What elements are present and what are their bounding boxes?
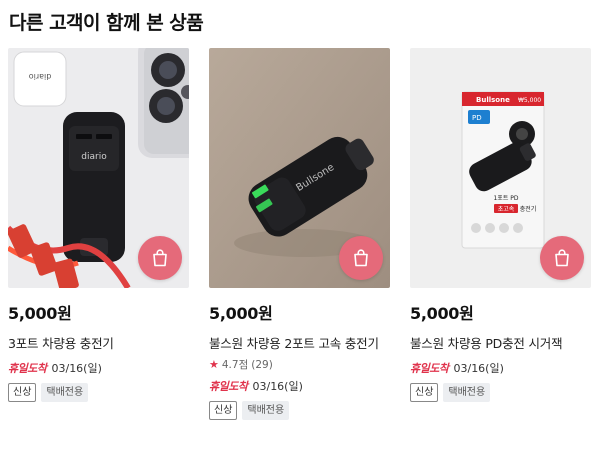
product-price: 5,000원: [209, 304, 273, 323]
package-price: ₩5,000: [518, 97, 541, 104]
holiday-delivery-tag: 휴일도착: [8, 362, 47, 375]
product-price: 5,000원: [8, 304, 72, 323]
package-badge: 초고속: [498, 205, 515, 213]
section-title: 다른 고객이 함께 본 상품: [9, 12, 204, 34]
product-card[interactable]: Bullsone ₩5,000 PD 1포트 PD 초고속 충전기 5,000원…: [410, 48, 591, 402]
star-icon: ★: [209, 358, 219, 371]
badge-list: 신상 택배전용: [209, 401, 390, 420]
parcel-only-badge: 택배전용: [242, 401, 290, 420]
shopping-bag-icon: [555, 249, 569, 267]
svg-text:diario: diario: [29, 72, 52, 81]
product-name[interactable]: 불스원 차량용 PD충전 시거잭: [410, 334, 591, 354]
add-to-cart-button[interactable]: [339, 236, 383, 280]
delivery-date: 03/16(일): [453, 362, 504, 375]
delivery-date: 03/16(일): [252, 380, 303, 393]
new-badge: 신상: [410, 383, 439, 402]
holiday-delivery-tag: 휴일도착: [209, 380, 248, 393]
product-image[interactable]: Bullsone ₩5,000 PD 1포트 PD 초고속 충전기: [410, 48, 591, 288]
product-card[interactable]: diario diario 5,000원 3포트 차량용 충전기 휴일도착 03…: [8, 48, 189, 402]
brand-text: Bullsone: [476, 96, 510, 104]
package-sub: 충전기: [520, 205, 537, 213]
delivery-date: 03/16(일): [51, 362, 102, 375]
parcel-only-badge: 택배전용: [41, 383, 89, 402]
holiday-delivery-tag: 휴일도착: [410, 362, 449, 375]
rating-count: (29): [251, 358, 273, 371]
product-image[interactable]: Bullsone: [209, 48, 390, 288]
product-price: 5,000원: [410, 304, 474, 323]
product-name[interactable]: 불스원 차량용 2포트 고속 충전기: [209, 334, 390, 354]
new-badge: 신상: [8, 383, 37, 402]
add-to-cart-button[interactable]: [540, 236, 584, 280]
product-rating: ★ 4.7점 (29): [209, 357, 390, 372]
package-label: 1포트 PD: [493, 195, 518, 202]
parcel-only-badge: 택배전용: [443, 383, 491, 402]
svg-text:PD: PD: [472, 114, 482, 122]
add-to-cart-button[interactable]: [138, 236, 182, 280]
delivery-info: 휴일도착 03/16(일): [410, 360, 591, 376]
product-card[interactable]: Bullsone 5,000원 불스원 차량용 2포트 고속 충전기 ★ 4.7…: [209, 48, 390, 420]
brand-text: diario: [81, 152, 107, 162]
badge-list: 신상 택배전용: [8, 383, 189, 402]
badge-list: 신상 택배전용: [410, 383, 591, 402]
new-badge: 신상: [209, 401, 238, 420]
rating-score: 4.7점: [221, 359, 249, 371]
product-image[interactable]: diario diario: [8, 48, 189, 288]
shopping-bag-icon: [354, 249, 368, 267]
shopping-bag-icon: [153, 249, 167, 267]
delivery-info: 휴일도착 03/16(일): [209, 378, 390, 394]
delivery-info: 휴일도착 03/16(일): [8, 360, 189, 376]
product-name[interactable]: 3포트 차량용 충전기: [8, 334, 189, 354]
